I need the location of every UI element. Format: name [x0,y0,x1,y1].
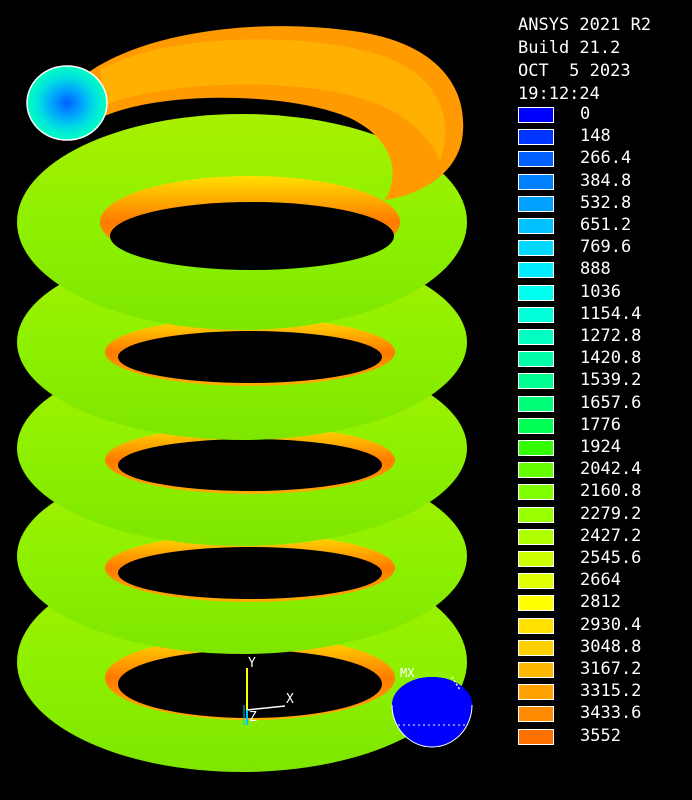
spring-model [17,26,473,772]
legend-swatch [518,728,554,745]
legend-label: 2545.6 [580,548,642,568]
legend-label: 3167.2 [580,659,642,679]
legend-label: 3048.8 [580,636,642,657]
legend-label: 532.8 [580,192,632,213]
legend-swatch [518,684,554,701]
max-marker-label: MX [400,666,415,680]
legend-swatch [518,706,554,723]
legend-swatch [518,173,554,190]
legend-swatch [518,417,554,434]
legend-label: 2812 [580,592,621,613]
legend-swatch [518,151,554,168]
legend-swatch [518,551,554,567]
legend-label: 1924 [580,437,621,457]
legend-swatch [518,373,554,390]
legend-swatch [518,329,554,345]
legend-swatch [518,506,554,523]
legend-label: 3433.6 [580,703,642,724]
legend-label: 1036 [580,281,621,302]
legend-label: 1776 [580,414,621,435]
legend-label: 888 [580,259,611,280]
legend-swatch [518,240,554,257]
graphics-viewport[interactable]: Y X Z MX [0,0,500,800]
legend-swatch [518,662,554,678]
legend-label: 2160.8 [580,481,642,502]
legend-swatch [518,528,554,545]
legend-label: 266.4 [580,148,632,169]
legend-swatch [518,395,554,412]
legend-label: 2664 [580,570,621,591]
legend-swatch [518,351,554,368]
date-label: OCT 5 2023 [518,61,631,81]
legend-swatch [518,617,554,634]
legend-label: 2279.2 [580,503,642,524]
legend-swatch [518,195,554,212]
legend-label: 1539.2 [580,370,642,391]
legend-swatch [518,440,554,456]
axis-x-label: X [286,692,294,707]
legend-label: 0 [580,104,591,124]
legend-label: 1154.4 [580,303,642,324]
legend-swatch [518,462,554,479]
legend-label: 3552 [580,725,621,746]
time-label: 19:12:24 [518,84,600,104]
axis-y-label: Y [248,656,256,671]
build-label: Build 21.2 [518,38,621,58]
axis-z-label: Z [249,710,257,725]
product-name: ANSYS 2021 R2 [518,15,652,35]
legend-label: 651.2 [580,215,632,235]
legend-label: 384.8 [580,170,632,191]
legend-swatch [518,129,554,146]
coil-end-section [26,65,108,141]
legend-label: 769.6 [580,237,632,258]
legend-label: 1420.8 [580,348,642,369]
legend-swatch [518,573,554,590]
legend-label: 1657.6 [580,392,642,413]
legend-swatch [518,306,554,323]
legend-swatch [518,107,554,123]
legend-swatch [518,639,554,656]
legend-label: 2042.4 [580,459,642,480]
legend-swatch [518,484,554,501]
legend-swatch [518,595,554,612]
legend-label: 3315.2 [580,681,642,702]
legend-swatch [518,218,554,234]
legend-label: 1272.8 [580,326,642,346]
legend-label: 148 [580,126,611,147]
legend-swatch [518,284,554,301]
legend-label: 2930.4 [580,614,642,635]
legend-label: 2427.2 [580,525,642,546]
legend-swatch [518,262,554,279]
